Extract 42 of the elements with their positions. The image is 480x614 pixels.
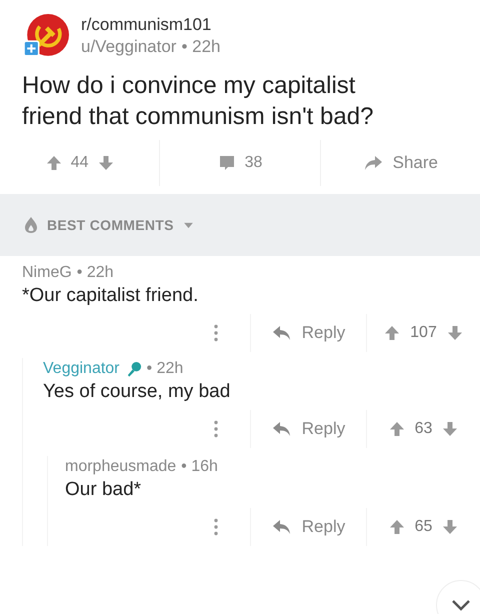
reply-button[interactable]: Reply — [272, 323, 346, 343]
vote-score: 44 — [70, 154, 89, 172]
upvote-icon[interactable] — [384, 325, 400, 341]
flame-icon — [24, 216, 38, 234]
chevron-down-icon — [451, 599, 471, 611]
comment-count: 38 — [244, 154, 262, 172]
downvote-icon[interactable] — [442, 421, 458, 437]
post-age: • 22h — [181, 36, 221, 58]
comment-text: *Our capitalist friend. — [22, 284, 200, 308]
reply-button[interactable]: Reply — [272, 419, 346, 439]
post-title: How do i convince my capitalist friend that communism isn't bad? — [21, 71, 374, 132]
comment-age: • 16h — [181, 457, 218, 477]
comment-author[interactable]: morpheusmade — [65, 456, 176, 478]
vote-score: 65 — [414, 518, 432, 536]
reply-button[interactable]: Reply — [272, 517, 346, 537]
downvote-icon[interactable] — [98, 155, 114, 171]
upvote-icon[interactable] — [46, 155, 62, 171]
reply-icon — [272, 518, 292, 536]
share-button[interactable]: Share — [362, 153, 438, 173]
comment-text: Yes of course, my bad — [43, 380, 232, 404]
more-options-icon[interactable] — [214, 518, 218, 536]
subreddit-name[interactable]: r/communism101 — [81, 14, 221, 36]
comment-icon[interactable] — [218, 154, 236, 172]
comment-author[interactable]: Vegginator — [43, 358, 120, 380]
comment-text: Our bad* — [65, 478, 142, 502]
upvote-icon[interactable] — [388, 519, 405, 535]
reply-icon — [272, 324, 292, 342]
caret-icon — [182, 222, 194, 228]
comment-author[interactable]: NimeG — [22, 262, 72, 284]
downvote-icon[interactable] — [442, 519, 458, 535]
more-options-icon[interactable] — [214, 324, 218, 342]
upvote-icon[interactable] — [388, 421, 405, 437]
more-options-icon[interactable] — [214, 420, 218, 438]
sort-dropdown[interactable]: BEST COMMENTS — [24, 216, 194, 234]
downvote-icon[interactable] — [446, 325, 463, 341]
comment-age: • 22h — [146, 359, 184, 379]
share-icon — [362, 154, 383, 172]
comment-age: • 22h — [76, 263, 114, 283]
post-author[interactable]: u/Vegginator — [81, 36, 176, 58]
vote-score: 63 — [414, 420, 432, 438]
reply-icon — [272, 420, 292, 438]
vote-score: 107 — [410, 324, 437, 342]
